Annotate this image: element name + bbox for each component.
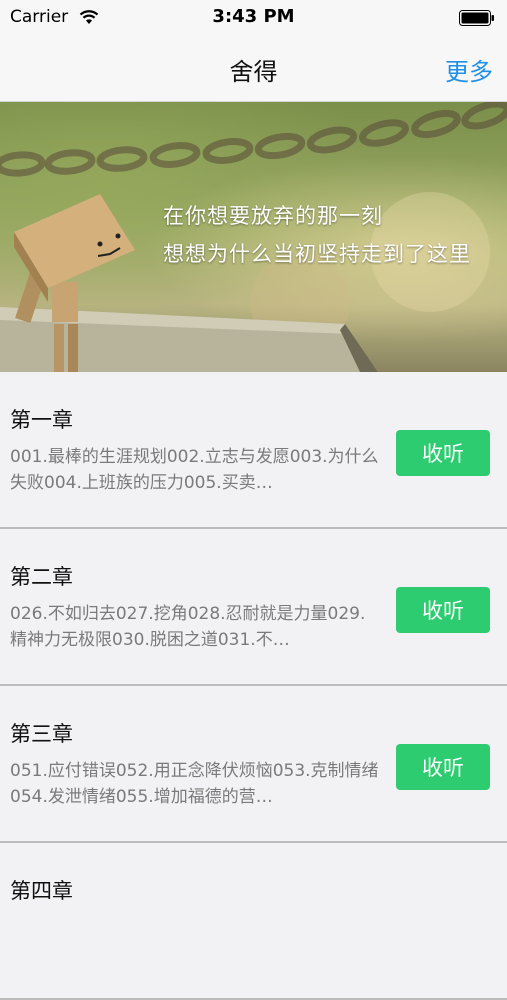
chapter-row[interactable]: 第三章 051.应付错误052.用正念降伏烦恼053.克制情绪054.发泄情绪0…: [0, 686, 507, 843]
chapter-row[interactable]: 第四章: [0, 843, 507, 1000]
more-button[interactable]: 更多: [445, 52, 493, 87]
status-bar: Carrier 3:43 PM: [0, 0, 507, 36]
chapter-row[interactable]: 第一章 001.最棒的生涯规划002.立志与发愿003.为什么失败004.上班族…: [0, 372, 507, 529]
chapter-description: 026.不如归去027.挖角028.忍耐就是力量029.精神力无极限030.脱困…: [10, 604, 366, 650]
page-title: 舍得: [229, 58, 278, 86]
chapter-title: 第四章: [10, 879, 73, 903]
navigation-bar: 舍得 更多: [0, 36, 507, 102]
listen-button[interactable]: 收听: [396, 430, 490, 476]
chapter-list: 第一章 001.最棒的生涯规划002.立志与发愿003.为什么失败004.上班族…: [0, 372, 507, 1000]
listen-button[interactable]: 收听: [396, 587, 490, 633]
chapter-row[interactable]: 第二章 026.不如归去027.挖角028.忍耐就是力量029.精神力无极限03…: [0, 529, 507, 686]
battery-icon: [459, 10, 494, 26]
status-time: 3:43 PM: [212, 6, 295, 27]
banner-text-line1: 在你想要放弃的那一刻: [163, 204, 383, 228]
chapter-title: 第一章: [10, 408, 73, 432]
banner-image: [0, 102, 507, 372]
chapter-description: 001.最棒的生涯规划002.立志与发愿003.为什么失败004.上班族的压力0…: [10, 447, 379, 493]
banner[interactable]: 在你想要放弃的那一刻 想想为什么当初坚持走到了这里: [0, 102, 507, 372]
banner-text-line2: 想想为什么当初坚持走到了这里: [163, 242, 471, 266]
chapter-title: 第二章: [10, 565, 73, 589]
listen-button[interactable]: 收听: [396, 744, 490, 790]
chapter-description: 051.应付错误052.用正念降伏烦恼053.克制情绪054.发泄情绪055.增…: [10, 761, 379, 807]
chapter-title: 第三章: [10, 722, 73, 746]
